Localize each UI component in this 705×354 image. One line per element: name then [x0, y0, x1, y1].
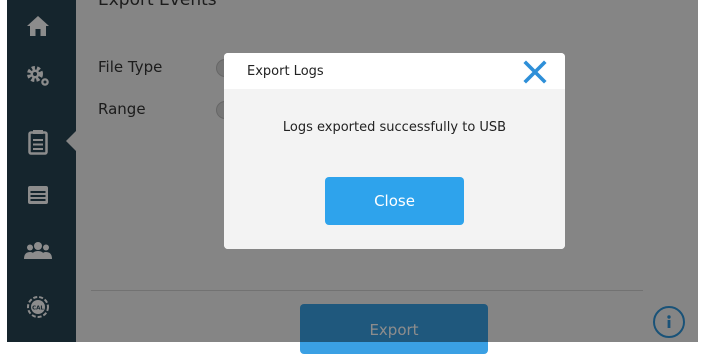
export-logs-dialog: Export Logs Logs exported successfully t… — [224, 53, 565, 249]
dialog-title: Export Logs — [247, 64, 324, 79]
dialog-close-button[interactable] — [522, 59, 548, 85]
right-edge — [698, 0, 705, 342]
close-button[interactable]: Close — [325, 177, 464, 225]
close-icon — [523, 60, 547, 84]
dialog-header: Export Logs — [224, 53, 565, 89]
dialog-body: Logs exported successfully to USB Close — [224, 89, 565, 249]
left-edge — [0, 0, 7, 342]
dialog-message: Logs exported successfully to USB — [282, 120, 507, 135]
